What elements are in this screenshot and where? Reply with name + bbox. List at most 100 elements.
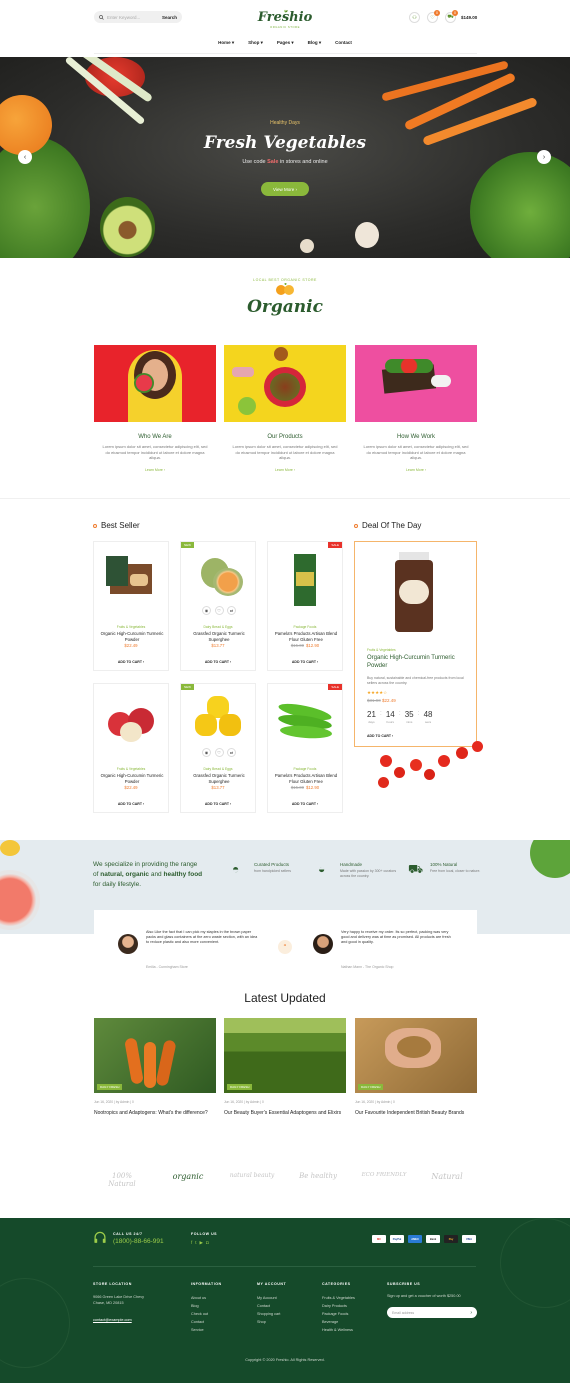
product-name[interactable]: Organic High-Curcumin Turmeric Powder: [97, 631, 167, 642]
blog-post[interactable]: DAILY FRESH Jun 16, 2020 | by Admin | 0 …: [94, 1018, 216, 1117]
subscribe-field[interactable]: Email address ›: [387, 1307, 477, 1318]
add-to-cart-button[interactable]: ADD TO CART ›: [181, 802, 255, 806]
footer-link[interactable]: My Account: [257, 1294, 280, 1302]
carrots-image: DAILY FRESH: [94, 1018, 216, 1093]
brand-logo[interactable]: organic: [162, 1172, 214, 1181]
product-card[interactable]: Fruits & Vegetables Organic High-Curcumi…: [93, 541, 169, 671]
footer-link[interactable]: About us: [191, 1294, 208, 1302]
product-category: Fruits & Vegetables: [116, 767, 146, 771]
product-image: [189, 550, 247, 606]
product-card[interactable]: Fruits & Vegetables Organic High-Curcumi…: [93, 683, 169, 813]
facebook-icon[interactable]: f: [191, 1240, 192, 1246]
brand-logo[interactable]: Be healthy: [294, 1172, 342, 1180]
view-more-button[interactable]: View More ›: [261, 182, 309, 196]
store-address: 9066 Green Lake Drive Chevy Chase, MD 208…: [93, 1295, 145, 1305]
heart-icon[interactable]: ♡: [214, 606, 224, 615]
footer-link[interactable]: Health & Wellness: [322, 1326, 355, 1334]
learn-more-link[interactable]: Learn More ›: [355, 468, 477, 472]
post-title[interactable]: Our Beauty Buyer's Essential Adaptogens …: [224, 1110, 346, 1117]
footer-link[interactable]: Dairy Products: [322, 1302, 355, 1310]
cart-button[interactable]: ⛟ 0: [445, 10, 458, 23]
search-bar[interactable]: Enter Keyword... Search: [94, 11, 182, 23]
new-badge: NEW: [181, 684, 194, 690]
product-name[interactable]: Organic High-Curcumin Turmeric Powder: [97, 773, 167, 784]
product-card[interactable]: NEW ◉ ♡ ⇄ Dairy Bread & Eggs Grassfed Orga…: [180, 683, 256, 813]
learn-more-link[interactable]: Learn More ›: [94, 468, 216, 472]
compare-icon[interactable]: ⇄: [227, 748, 236, 757]
footer-link[interactable]: Check out: [191, 1310, 208, 1318]
product-category: Dairy Bread & Eggs: [203, 767, 233, 771]
fruits-plate-image: [224, 345, 346, 422]
search-button[interactable]: Search: [162, 15, 177, 20]
learn-more-link[interactable]: Learn More ›: [224, 468, 346, 472]
add-to-cart-button[interactable]: ADD TO CART ›: [268, 802, 342, 806]
product-category: Fruits & Vegetables: [116, 625, 146, 629]
brand-logo[interactable]: ECO FRIENDLY: [360, 1172, 408, 1178]
blog-post[interactable]: DAILY FRESH Jun 16, 2020 | by Admin | 0 …: [224, 1018, 346, 1117]
search-input[interactable]: Enter Keyword...: [107, 15, 159, 20]
product-name[interactable]: Pamela's Products Artisan Blend Flour Gl…: [271, 631, 341, 642]
footer-link[interactable]: Blog: [191, 1302, 208, 1310]
product-name[interactable]: Grassfed Organic Turmeric Superghee: [184, 773, 254, 784]
product-name[interactable]: Grassfed Organic Turmeric Superghee: [184, 631, 254, 642]
nav-contact[interactable]: Contact: [335, 40, 352, 46]
nav-blog[interactable]: Blog ▾: [308, 40, 322, 46]
add-to-cart-button[interactable]: ADD TO CART ›: [94, 660, 168, 664]
about-title: Who We Are: [138, 434, 172, 440]
deal-category: Fruits & Vegetables: [367, 648, 396, 652]
add-to-cart-button[interactable]: ADD TO CART ›: [181, 660, 255, 664]
footer-link[interactable]: Beverage: [322, 1318, 355, 1326]
account-button[interactable]: ⚇: [409, 12, 420, 23]
deal-name[interactable]: Organic High-Curcumin Turmeric Powder: [367, 655, 471, 670]
nav-home[interactable]: Home ▾: [218, 40, 234, 46]
heart-icon[interactable]: ♡: [214, 748, 224, 757]
youtube-icon[interactable]: ▶: [200, 1240, 203, 1246]
phone-number[interactable]: (1800)-88-66-991: [113, 1238, 164, 1245]
send-arrow-icon[interactable]: ›: [470, 1310, 472, 1316]
blog-post[interactable]: DAILY FRESH Jun 16, 2020 | by Admin | 0 …: [355, 1018, 477, 1117]
mastercard-icon: MC: [372, 1235, 386, 1243]
footer-link[interactable]: Shop: [257, 1318, 280, 1326]
prev-arrow-icon[interactable]: ‹: [18, 150, 32, 164]
wishlist-button[interactable]: ♡ 0: [427, 10, 440, 23]
product-card[interactable]: SALE Package Foods Pamela's Products Art…: [267, 541, 343, 671]
product-name[interactable]: Pamela's Products Artisan Blend Flour Gl…: [271, 773, 341, 784]
instagram-icon[interactable]: ◘: [206, 1240, 209, 1246]
product-price: $15.00 $12.90: [290, 643, 320, 648]
eye-icon[interactable]: ◉: [202, 606, 211, 615]
nav-shop[interactable]: Shop ▾: [248, 40, 263, 46]
testimonial-author: Emilia - Cunningham Store: [146, 965, 188, 969]
product-card[interactable]: NEW ◉ ♡ ⇄ Dairy Bread & Eggs Grassfed Orga…: [180, 541, 256, 671]
product-card[interactable]: SALE Package Foods Pamela's Products Art…: [267, 683, 343, 813]
add-to-cart-button[interactable]: ADD TO CART ›: [268, 660, 342, 664]
email-input[interactable]: Email address: [392, 1311, 470, 1315]
footer-link[interactable]: Service: [191, 1326, 208, 1334]
next-arrow-icon[interactable]: ›: [537, 150, 551, 164]
add-to-cart-button[interactable]: ADD TO CART ›: [94, 802, 168, 806]
product-image: [102, 550, 160, 606]
brand-logo[interactable]: natural beauty: [228, 1172, 276, 1179]
site-logo[interactable]: Freshio ORGANIC STORE: [255, 8, 315, 29]
nav-pages[interactable]: Pages ▾: [277, 40, 294, 46]
about-title: How We Work: [396, 434, 436, 440]
compare-icon[interactable]: ⇄: [227, 606, 236, 615]
brand-logo[interactable]: Natural: [424, 1172, 470, 1181]
post-title[interactable]: Our Favourite Independent British Beauty…: [355, 1110, 477, 1117]
footer-link[interactable]: Contact: [191, 1318, 208, 1326]
footer-link[interactable]: Contact: [257, 1302, 280, 1310]
footer-link[interactable]: Package Foods: [322, 1310, 355, 1318]
email-link[interactable]: contact@example.com: [93, 1316, 132, 1324]
footer-link[interactable]: Fruits & Vegetables: [322, 1294, 355, 1302]
post-title[interactable]: Nootropics and Adaptogens: What's the di…: [94, 1110, 216, 1117]
brand-logo[interactable]: 100% Natural: [100, 1172, 144, 1188]
cart-total[interactable]: $149.00: [461, 15, 477, 20]
avatar: [313, 934, 333, 954]
eye-icon[interactable]: ◉: [202, 748, 211, 757]
footer-link[interactable]: Shopping cart: [257, 1310, 280, 1318]
deal-card[interactable]: Fruits & Vegetables Organic High-Curcumi…: [354, 541, 477, 747]
product-category: Dairy Bread & Eggs: [203, 625, 233, 629]
twitter-icon[interactable]: t: [195, 1240, 196, 1246]
feature-natural: ⛟ 100% Natural Free from local, closer to…: [408, 862, 481, 876]
heart-icon: ♡: [430, 14, 435, 21]
account-heading: MY ACCOUNT: [257, 1282, 287, 1286]
